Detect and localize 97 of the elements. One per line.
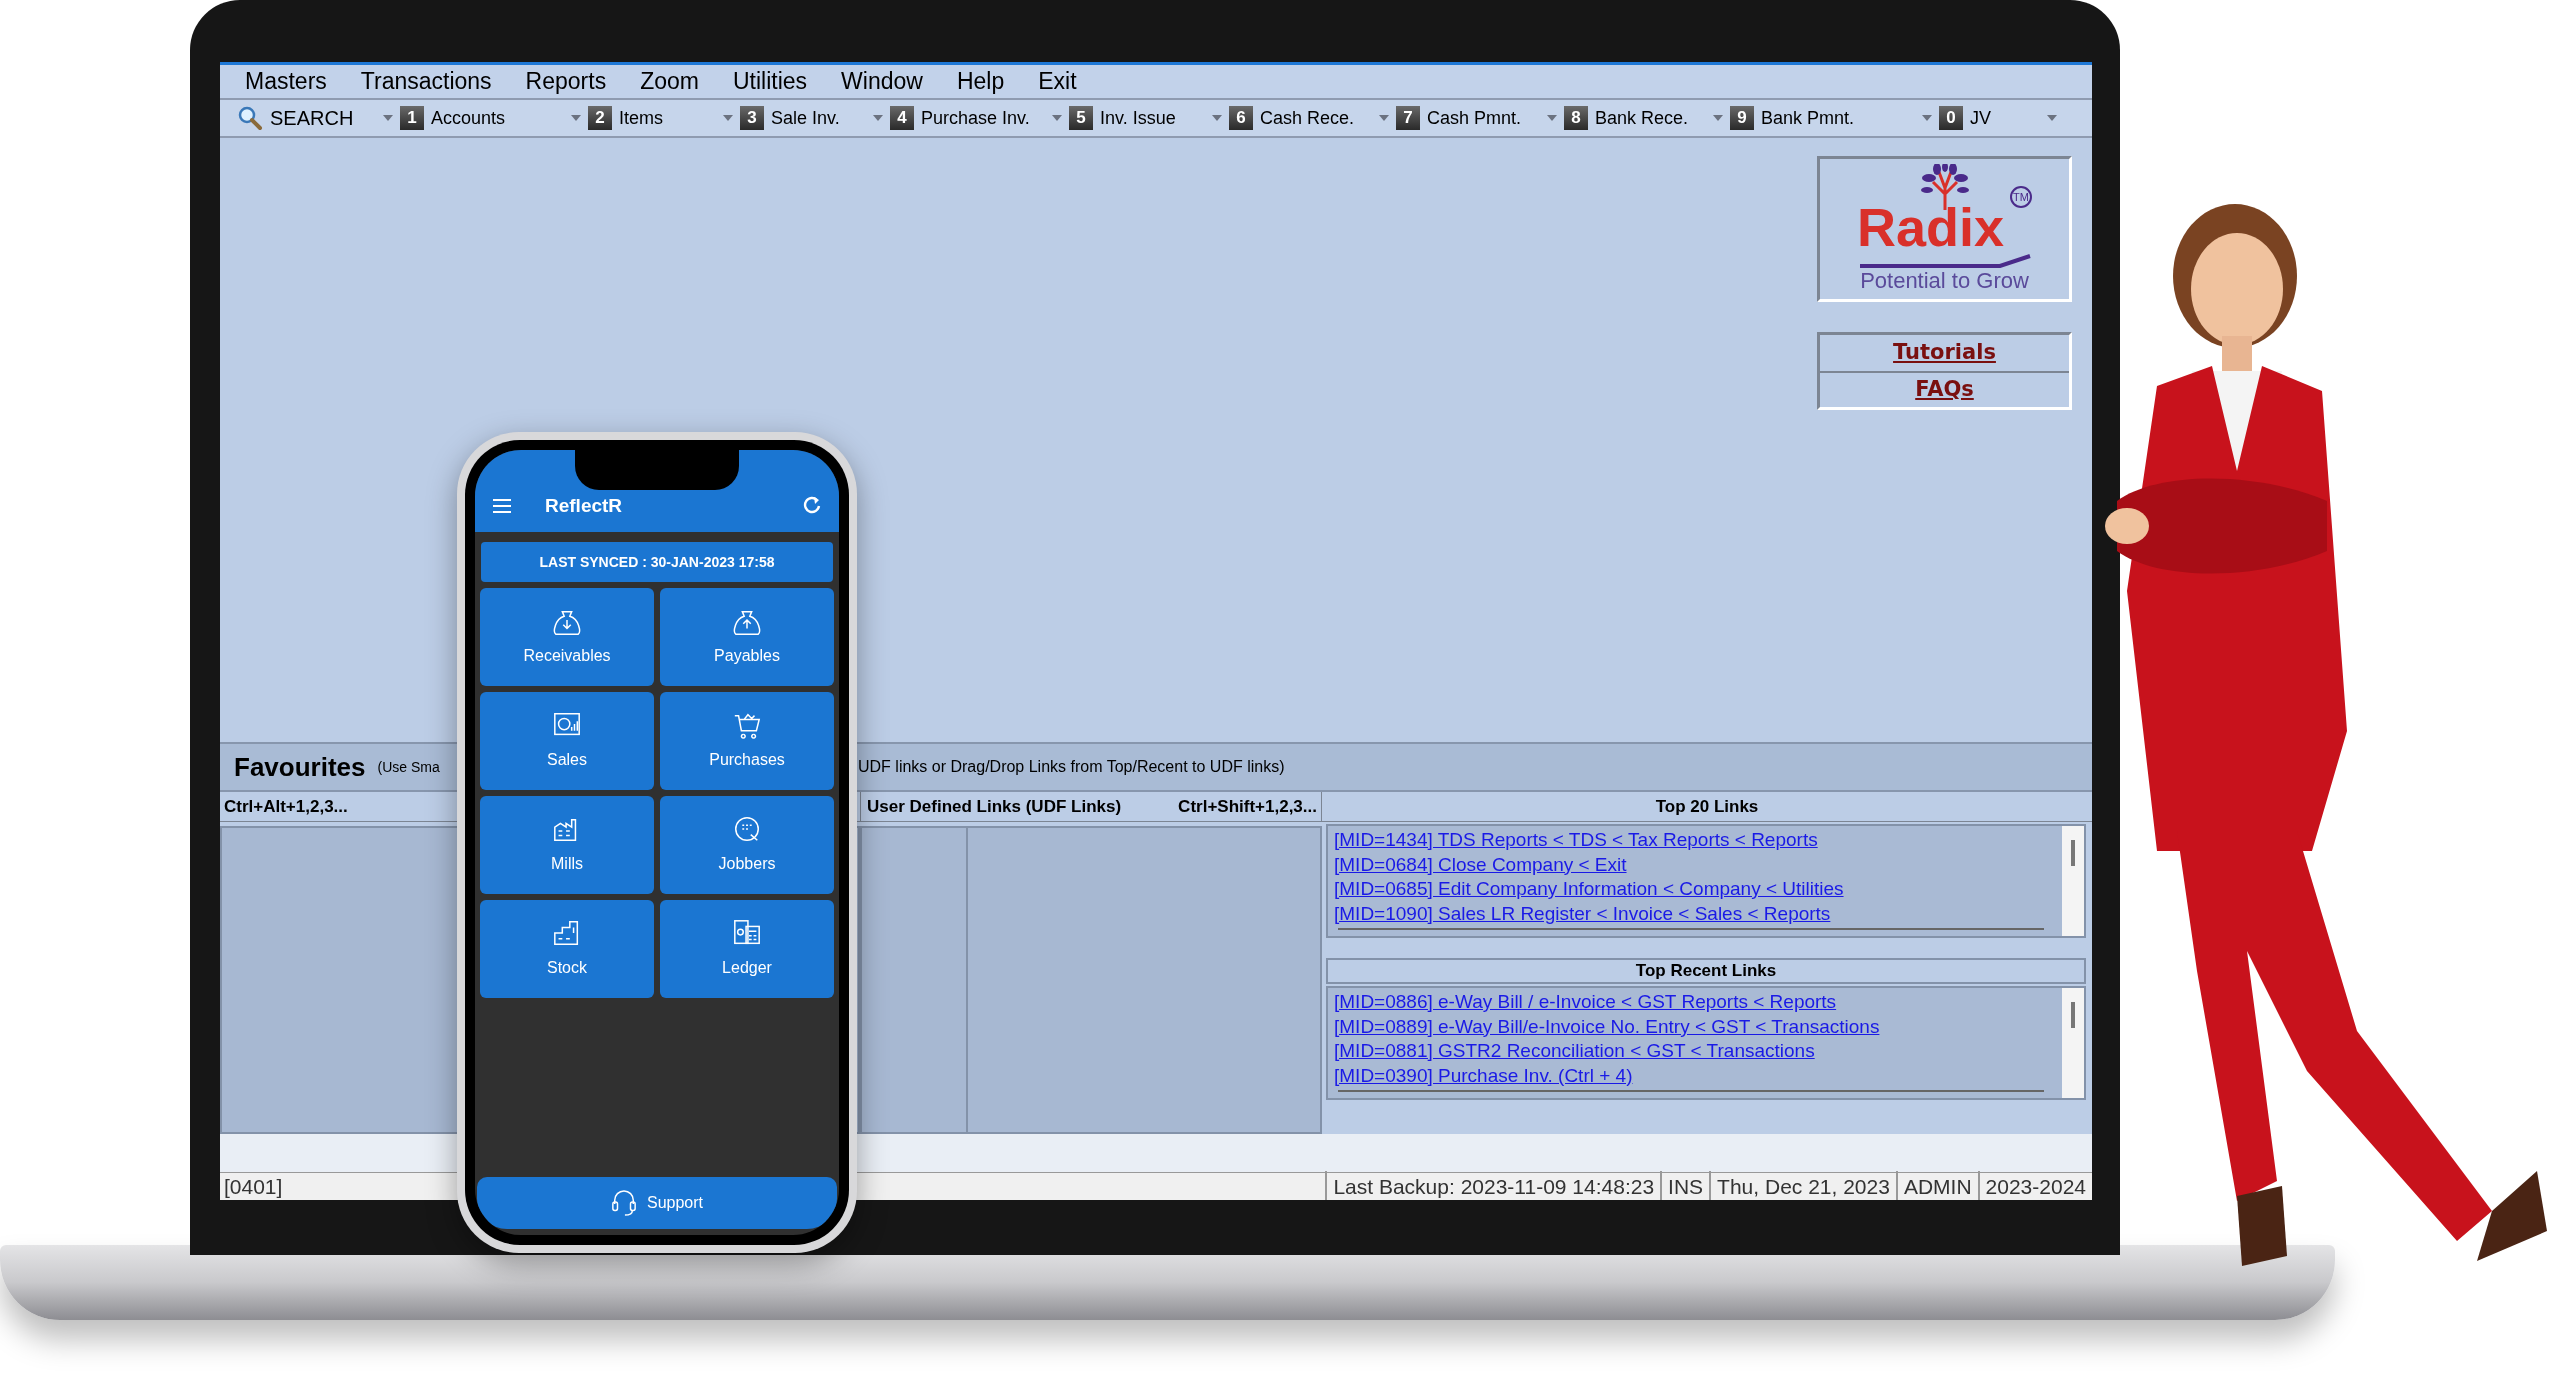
caret-icon[interactable] xyxy=(1922,115,1932,121)
caret-icon[interactable] xyxy=(723,115,733,121)
toolbar-label: Bank Rece. xyxy=(1595,106,1689,130)
caret-icon[interactable] xyxy=(1052,115,1062,121)
toolbar-button[interactable]: 7 Cash Pmnt. xyxy=(1393,104,1561,132)
caret-icon[interactable] xyxy=(1212,115,1222,121)
scroll-thumb[interactable] xyxy=(2071,1002,2075,1028)
menu-icon[interactable] xyxy=(493,498,511,514)
hint-text: (Use Sma xyxy=(377,757,440,777)
column-header: User Defined Links (UDF Links) xyxy=(867,795,1122,818)
menu-item[interactable]: Transactions xyxy=(360,64,492,99)
shortcut-key: 0 xyxy=(1939,106,1963,130)
shortcut-key: 2 xyxy=(588,106,612,130)
hint-text: UDF links or Drag/Drop Links from Top/Recent to UDF links) xyxy=(858,757,1285,777)
shortcut-key: 4 xyxy=(890,106,914,130)
link[interactable]: [MID=1434] TDS Reports < TDS < Tax Reports < Reports xyxy=(1334,828,2062,853)
toolbar-label: Inv. Issue xyxy=(1100,106,1176,130)
status-code: [0401] xyxy=(223,1173,284,1200)
search-button[interactable]: SEARCH xyxy=(234,103,397,133)
toolbar-label: Bank Pmnt. xyxy=(1761,106,1855,130)
shortcut-key: 9 xyxy=(1730,106,1754,130)
link[interactable]: [MID=1090] Sales LR Register < Invoice < Sales < Reports xyxy=(1334,901,2062,926)
status-field: Thu, Dec 21, 2023 xyxy=(1709,1170,1896,1200)
menu-item[interactable]: Help xyxy=(956,64,1005,99)
toolbar-button[interactable]: 8 Bank Rece. xyxy=(1561,104,1727,132)
toolbar-button[interactable]: 0 JV xyxy=(1936,104,2061,132)
scroll-thumb[interactable] xyxy=(2071,840,2075,866)
toolbar-button[interactable]: 5 Inv. Issue xyxy=(1066,104,1226,132)
menu-item[interactable]: Utilities xyxy=(732,64,808,99)
shortcut-key: 5 xyxy=(1069,106,1093,130)
help-link[interactable]: Tutorials xyxy=(1820,335,2069,371)
link[interactable]: [MID=0889] e-Way Bill/e-Invoice No. Entry < GST < Transactions xyxy=(1334,1014,2062,1039)
toolbar-label: Accounts xyxy=(431,106,506,130)
dashboard-tile[interactable]: Purchases xyxy=(660,692,834,790)
shortcut-key: 6 xyxy=(1229,106,1253,130)
toolbar-button[interactable]: 4 Purchase Inv. xyxy=(887,104,1066,132)
logo-tagline: Potential to Grow xyxy=(1860,268,2029,294)
sync-status: LAST SYNCED : 30-JAN-2023 17:58 xyxy=(481,542,833,582)
toolbar-button[interactable]: 6 Cash Rece. xyxy=(1226,104,1393,132)
shortcut-key: 8 xyxy=(1564,106,1588,130)
caret-icon[interactable] xyxy=(2047,115,2057,121)
link[interactable]: [MID=0684] Close Company < Exit xyxy=(1334,852,2062,877)
dashboard-tile[interactable]: Ledger xyxy=(660,900,834,998)
dashboard-tile[interactable]: Sales xyxy=(480,692,654,790)
caret-icon[interactable] xyxy=(571,115,581,121)
logo-name: Radix xyxy=(1856,200,2005,254)
menu-item[interactable]: Exit xyxy=(1038,64,1077,99)
dashboard-tile[interactable]: Mills xyxy=(480,796,654,894)
toolbar-label: Sale Inv. xyxy=(771,106,840,130)
toolbar-label: Items xyxy=(619,106,663,130)
caret-icon[interactable] xyxy=(1713,115,1723,121)
dashboard-tile[interactable]: Receivables xyxy=(480,588,654,686)
search-icon xyxy=(237,105,263,131)
toolbar-label: Cash Rece. xyxy=(1260,106,1355,130)
trademark-mark: TM xyxy=(2010,186,2033,208)
toolbar-button[interactable]: 1 Accounts xyxy=(397,104,585,132)
caret-icon[interactable] xyxy=(383,115,393,121)
menu-item[interactable]: Masters xyxy=(245,64,327,99)
favourites-title: Favourites xyxy=(234,750,366,784)
link[interactable]: [MID=0390] Purchase Inv. (Ctrl + 4) xyxy=(1334,1063,2062,1088)
caret-icon[interactable] xyxy=(873,115,883,121)
toolbar-button[interactable]: 2 Items xyxy=(585,104,737,132)
support-button[interactable]: Support xyxy=(477,1177,837,1229)
shortcut-key: 1 xyxy=(400,106,424,130)
headset-icon xyxy=(610,1189,637,1217)
dashboard-tile[interactable]: Jobbers xyxy=(660,796,834,894)
toolbar-button[interactable]: 9 Bank Pmnt. xyxy=(1727,104,1936,132)
column-header: Ctrl+Shift+1,2,3... xyxy=(1178,795,1317,818)
toolbar-button[interactable]: 3 Sale Inv. xyxy=(737,104,887,132)
refresh-icon[interactable] xyxy=(803,496,821,514)
toolbar-label: Cash Pmnt. xyxy=(1427,106,1522,130)
status-field: ADMIN xyxy=(1895,1170,1978,1200)
menu-item[interactable]: Window xyxy=(841,64,923,99)
toolbar-label: Purchase Inv. xyxy=(921,106,1030,130)
column-header: Top 20 Links xyxy=(1655,795,1759,818)
dashboard-tile[interactable]: Stock xyxy=(480,900,654,998)
menu-item[interactable]: Reports xyxy=(525,64,607,99)
column-header: Top Recent Links xyxy=(1635,960,1777,983)
status-field: INS xyxy=(1660,1170,1710,1200)
tile-icon xyxy=(732,814,762,844)
help-link[interactable]: FAQs xyxy=(1820,371,2069,407)
link[interactable]: [MID=0881] GSTR2 Reconciliation < GST < Transactions xyxy=(1334,1039,2062,1064)
toolbar-label: JV xyxy=(1970,106,1991,130)
link[interactable]: [MID=0886] e-Way Bill / e-Invoice < GST Reports < Reports xyxy=(1334,990,2062,1015)
caret-icon[interactable] xyxy=(1547,115,1557,121)
scrollbar[interactable] xyxy=(2062,988,2084,1098)
link[interactable]: [MID=0685] Edit Company Information < Company < Utilities xyxy=(1334,877,2062,902)
status-field: Last Backup: 2023-11-09 14:48:23 xyxy=(1325,1170,1661,1200)
scrollbar[interactable] xyxy=(2062,826,2084,936)
app-title: ReflectR xyxy=(545,493,624,518)
status-field: 2023-2024 xyxy=(1977,1170,2092,1200)
shortcut-key: 3 xyxy=(740,106,764,130)
column-header: Ctrl+Alt+1,2,3... xyxy=(224,795,348,818)
menu-item[interactable]: Zoom xyxy=(640,64,699,99)
dashboard-tile[interactable]: Payables xyxy=(660,588,834,686)
shortcut-key: 7 xyxy=(1396,106,1420,130)
caret-icon[interactable] xyxy=(1379,115,1389,121)
